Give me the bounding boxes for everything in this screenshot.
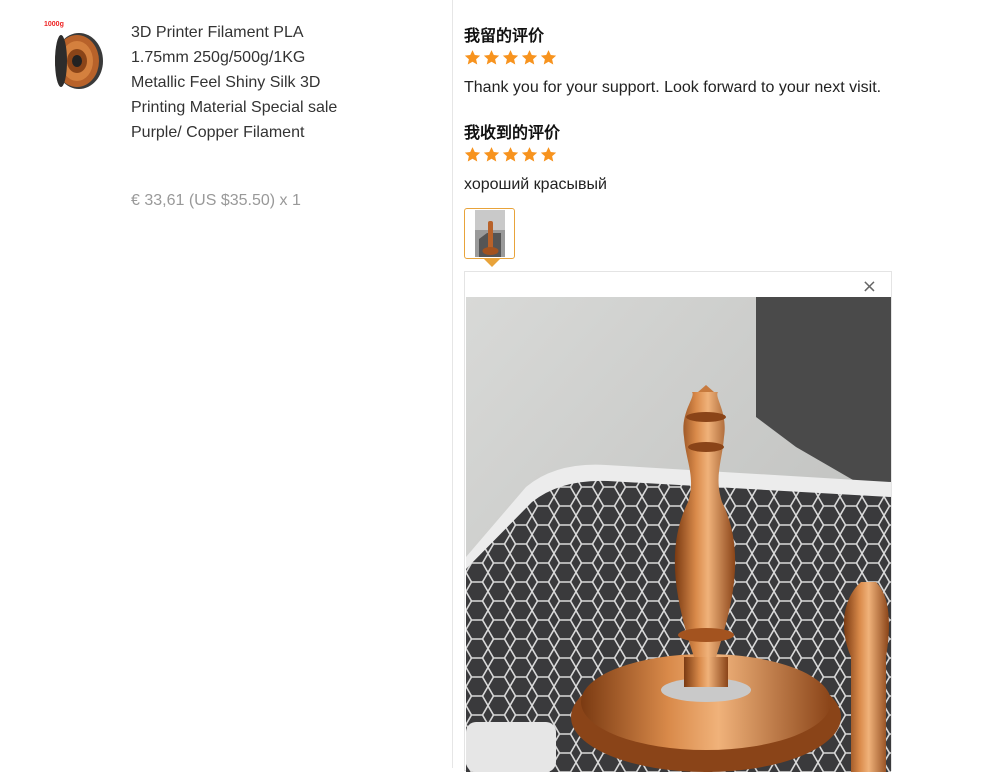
star-icon bbox=[540, 50, 557, 65]
star-icon bbox=[483, 147, 500, 162]
star-icon bbox=[483, 50, 500, 65]
thumbnail-weight-tag: 1000g bbox=[44, 21, 64, 28]
received-review-text: хороший красывый bbox=[464, 176, 607, 193]
star-icon bbox=[502, 50, 519, 65]
star-icon bbox=[464, 50, 481, 65]
my-review-heading: 我留的评价 bbox=[464, 26, 545, 45]
received-review-stars bbox=[464, 146, 557, 163]
star-icon bbox=[521, 50, 538, 65]
product-thumbnail[interactable]: 1000g bbox=[43, 21, 107, 91]
column-divider bbox=[452, 0, 453, 768]
product-title[interactable]: 3D Printer Filament PLA 1.75mm 250g/500g… bbox=[131, 20, 361, 145]
my-review-stars bbox=[464, 49, 557, 66]
received-review-heading: 我收到的评价 bbox=[464, 123, 561, 142]
review-photo-thumbnail[interactable] bbox=[464, 208, 515, 259]
product-price: € 33,61 (US $35.50) x 1 bbox=[131, 192, 301, 209]
thumbnail-pointer bbox=[484, 259, 500, 267]
my-review-text: Thank you for your support. Look forward… bbox=[464, 79, 882, 96]
star-icon bbox=[502, 147, 519, 162]
photo-viewer: × bbox=[464, 271, 892, 772]
close-icon[interactable]: × bbox=[862, 278, 877, 296]
star-icon bbox=[464, 147, 481, 162]
star-icon bbox=[540, 147, 557, 162]
star-icon bbox=[521, 147, 538, 162]
review-photo bbox=[466, 297, 891, 772]
